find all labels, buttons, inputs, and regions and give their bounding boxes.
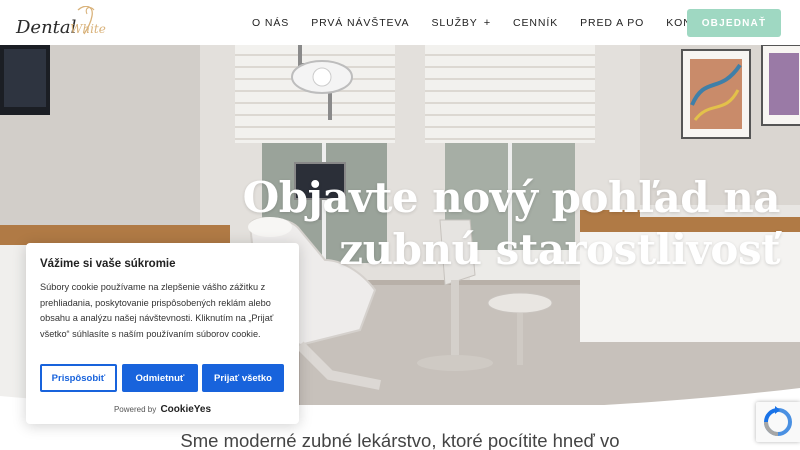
logo[interactable]: Dental White	[14, 5, 114, 40]
logo-text-dental: Dental	[15, 17, 77, 38]
nav-item-first-visit[interactable]: PRVÁ NÁVŠTEVA	[311, 17, 409, 29]
recaptcha-badge[interactable]	[756, 402, 800, 442]
customize-button[interactable]: Prispôsobiť	[40, 364, 117, 392]
nav-item-services-label: SLUŽBY	[431, 16, 478, 29]
logo-text-white: White	[70, 22, 106, 36]
logo-graphic: Dental White	[15, 5, 106, 38]
order-button[interactable]: OBJEDNAŤ	[687, 9, 781, 37]
site-header: Dental White O NÁS PRVÁ NÁVŠTEVA SLUŽBY +…	[0, 0, 800, 45]
cookie-consent-dialog: Vážime si vaše súkromie Súbory cookie po…	[26, 243, 299, 424]
accept-all-button[interactable]: Prijať všetko	[202, 364, 284, 392]
cookie-title: Vážime si vaše súkromie	[40, 258, 176, 270]
nav-item-pricing[interactable]: CENNÍK	[513, 17, 558, 29]
hero-title-line-1: Objavte nový pohľad na	[242, 173, 781, 222]
recaptcha-icon	[764, 406, 792, 436]
nav-item-about[interactable]: O NÁS	[252, 17, 289, 29]
plus-icon: +	[483, 16, 492, 29]
powered-by-label: Powered by	[113, 405, 157, 414]
nav-item-services[interactable]: SLUŽBY +	[431, 17, 491, 29]
nav-item-before-after[interactable]: PRED A PO	[580, 17, 644, 29]
intro-subtitle: Sme moderné zubné lekárstvo, ktoré pocít…	[180, 430, 620, 450]
reject-button[interactable]: Odmietnuť	[122, 364, 198, 392]
cookieyes-logo[interactable]: CookieYes	[160, 404, 211, 415]
cookie-description: Súbory cookie používame na zlepšenie váš…	[40, 282, 274, 339]
main-nav: O NÁS PRVÁ NÁVŠTEVA SLUŽBY + CENNÍK PRED …	[252, 0, 743, 45]
powered-by: Powered by CookieYes	[26, 404, 299, 415]
